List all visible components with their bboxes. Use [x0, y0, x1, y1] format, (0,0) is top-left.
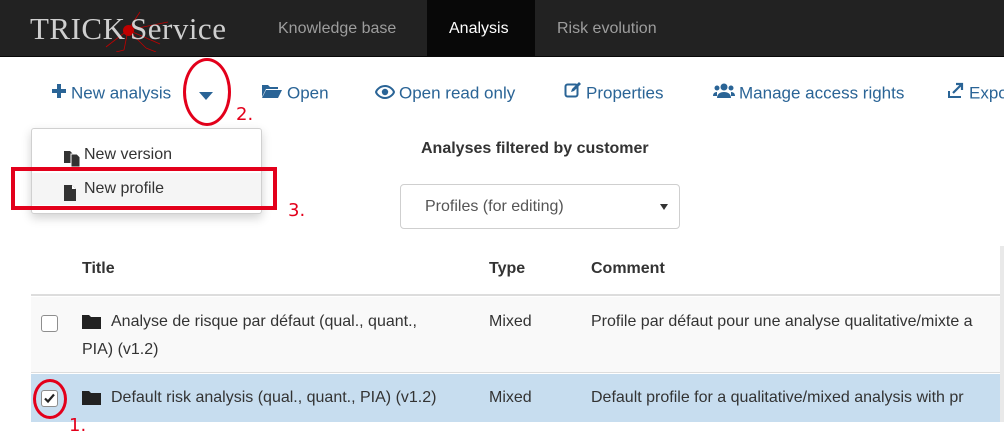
eye-icon	[374, 81, 396, 107]
annotation-box-step-3	[11, 167, 277, 210]
open-read-only-label: Open read only	[399, 83, 516, 103]
row-type: Mixed	[489, 313, 532, 330]
plus-icon	[51, 81, 67, 107]
edit-icon	[564, 81, 582, 107]
export-label: Expo	[969, 83, 1004, 103]
customer-filter-selected: Profiles (for editing)	[425, 198, 564, 215]
action-toolbar: New analysis Open Open read only Propert…	[0, 58, 1004, 126]
row-title: Default risk analysis (qual., quant., PI…	[111, 389, 437, 406]
column-header-type[interactable]: Type	[489, 260, 525, 278]
brand-text-left: TRICK	[30, 11, 126, 46]
brand-text-right: Service	[130, 11, 227, 46]
row-comment: Default profile for a qualitative/mixed …	[591, 389, 964, 406]
select-caret-icon	[660, 204, 668, 210]
filter-title: Analyses filtered by customer	[421, 140, 649, 157]
annotation-label-step-1: 1.	[69, 415, 87, 436]
row-comment: Profile par défaut pour une analyse qual…	[591, 313, 973, 330]
users-icon	[713, 81, 735, 107]
table-row[interactable]: Analyse de risque par défaut (qual., qua…	[31, 297, 1004, 373]
open-read-only-button[interactable]: Open read only	[374, 80, 516, 107]
table-row-selected[interactable]: Default risk analysis (qual., quant., PI…	[31, 374, 1004, 422]
manage-access-rights-button[interactable]: Manage access rights	[713, 80, 904, 106]
column-header-title[interactable]: Title	[82, 260, 115, 278]
annotation-label-step-2: 2.	[236, 104, 254, 125]
customer-filter-select[interactable]: Profiles (for editing)	[400, 184, 680, 229]
annotation-circle-step-2	[183, 58, 231, 126]
top-navbar: TRICK Service Knowledge base Analysis Ri…	[0, 0, 1004, 57]
export-icon	[947, 81, 965, 107]
export-button[interactable]: Expo	[947, 80, 1004, 106]
new-analysis-label: New analysis	[71, 83, 172, 103]
folder-icon	[82, 314, 101, 334]
table-scroll-edge	[1000, 246, 1004, 422]
annotation-label-step-3: 3.	[288, 200, 306, 221]
annotation-circle-step-1	[33, 379, 67, 419]
folder-icon	[82, 390, 101, 410]
new-analysis-button[interactable]: New analysis	[51, 80, 171, 106]
column-header-comment[interactable]: Comment	[591, 260, 665, 278]
open-button[interactable]: Open	[261, 80, 329, 106]
row-title-line-2: PIA) (v1.2)	[82, 341, 159, 358]
row-title-line-1: Analyse de risque par défaut (qual., qua…	[111, 313, 417, 330]
nav-knowledge-base[interactable]: Knowledge base	[256, 0, 418, 57]
properties-label: Properties	[586, 83, 664, 103]
nav-risk-evolution[interactable]: Risk evolution	[535, 0, 679, 57]
brand-logo[interactable]: TRICK Service	[28, 6, 242, 52]
manage-access-rights-label: Manage access rights	[739, 83, 905, 103]
row-checkbox[interactable]	[41, 315, 58, 332]
folder-open-icon	[261, 81, 283, 107]
nav-analysis[interactable]: Analysis	[427, 0, 535, 57]
properties-button[interactable]: Properties	[564, 80, 663, 106]
open-label: Open	[287, 83, 329, 103]
row-type: Mixed	[489, 389, 532, 406]
table-header: Title Type Comment	[31, 246, 1004, 296]
